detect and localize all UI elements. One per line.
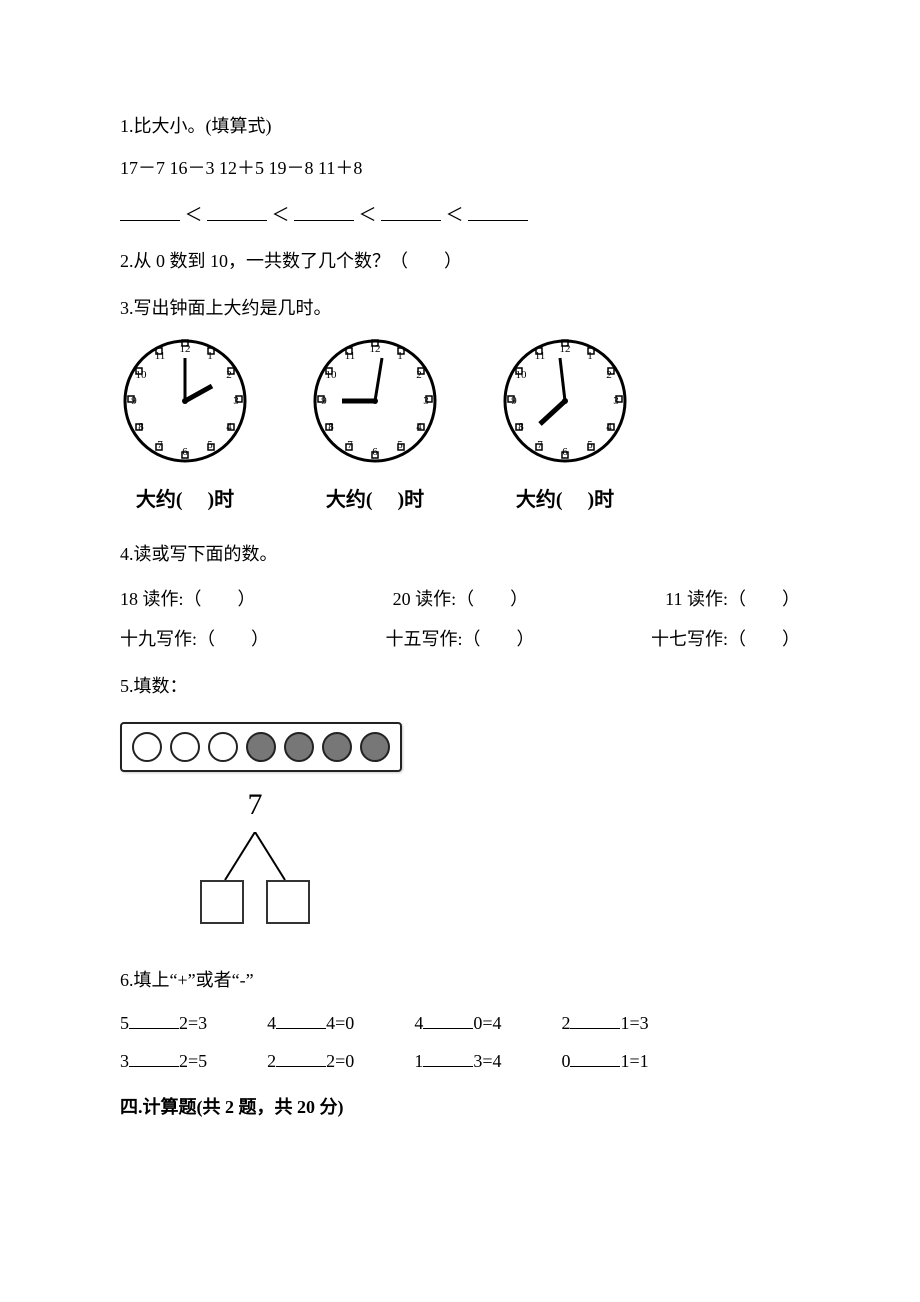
q1-blank-3[interactable] [294, 202, 354, 221]
clock-3: 1212 345 678 91011 [500, 336, 630, 518]
section-4-title: 四.计算题(共 2 题，共 20 分) [120, 1091, 800, 1123]
q6-cell: 01=1 [561, 1045, 648, 1077]
q4-write-3: 十七写作:（ ） [651, 623, 800, 655]
q6-cell: 13=4 [414, 1045, 501, 1077]
q6-blank[interactable] [276, 1048, 326, 1067]
q4: 4.读或写下面的数。 18 读作:（ ） 20 读作:（ ） 11 读作:（ ）… [120, 538, 800, 655]
q1-blank-4[interactable] [381, 202, 441, 221]
q3-prompt: 3.写出钟面上大约是几时。 [120, 292, 800, 324]
q6-blank[interactable] [276, 1010, 326, 1029]
q6: 6.填上“+”或者“-” 52=3 44=0 40=4 21=3 32=5 22=0 13=… [120, 964, 800, 1077]
clock-row: 1212 345 678 91011 [120, 336, 800, 518]
q1-exprs: 17－7 16－3 12＋5 19－8 11＋8 [120, 152, 800, 184]
lt-1: ＜ [185, 205, 203, 225]
q6-cell: 32=5 [120, 1045, 207, 1077]
bond-branches [120, 832, 390, 882]
q5-prompt: 5.填数： [120, 670, 800, 702]
q4-read-3: 11 读作:（ ） [665, 583, 800, 615]
clock-3-caption: 大约( )时 [500, 482, 630, 518]
q4-read-1: 18 读作:（ ） [120, 583, 256, 615]
q6-cell: 21=3 [561, 1007, 648, 1039]
q6-blank[interactable] [570, 1048, 620, 1067]
q2: 2.从 0 数到 10，一共数了几个数？（ ） [120, 245, 800, 277]
q1-prompt: 1.比大小。(填算式) [120, 110, 800, 142]
svg-text:12: 12 [180, 343, 191, 355]
svg-text:4: 4 [606, 421, 612, 433]
q4-write-row: 十九写作:（ ） 十五写作:（ ） 十七写作:（ ） [120, 623, 800, 655]
filled-circle [322, 732, 352, 762]
svg-text:2: 2 [606, 369, 612, 381]
q6-cell: 22=0 [267, 1045, 354, 1077]
open-circle [208, 732, 238, 762]
q1-blanks: ＜ ＜ ＜ ＜ [120, 199, 800, 231]
number-bond: 7 [120, 722, 390, 924]
q4-prompt: 4.读或写下面的数。 [120, 538, 800, 570]
q6-blank[interactable] [423, 1010, 473, 1029]
lt-3: ＜ [359, 205, 377, 225]
q2-text: 2.从 0 数到 10，一共数了几个数？（ ） [120, 251, 462, 271]
svg-text:4: 4 [416, 421, 422, 433]
bond-part-2[interactable] [266, 880, 310, 924]
q4-read-2: 20 读作:（ ） [393, 583, 529, 615]
svg-text:12: 12 [560, 343, 571, 355]
clock-1: 1212 345 678 91011 [120, 336, 250, 518]
lt-2: ＜ [272, 205, 290, 225]
q1: 1.比大小。(填算式) 17－7 16－3 12＋5 19－8 11＋8 ＜ ＜… [120, 110, 800, 231]
bond-parts [120, 880, 390, 924]
q1-blank-2[interactable] [207, 202, 267, 221]
svg-text:4: 4 [226, 421, 232, 433]
q6-blank[interactable] [570, 1010, 620, 1029]
filled-circle [360, 732, 390, 762]
q6-grid: 52=3 44=0 40=4 21=3 32=5 22=0 13=4 01=1 [120, 1007, 800, 1078]
svg-text:2: 2 [226, 369, 232, 381]
bond-total: 7 [120, 778, 390, 832]
circle-box [120, 722, 402, 772]
q6-prompt: 6.填上“+”或者“-” [120, 964, 800, 996]
q4-write-2: 十五写作:（ ） [385, 623, 534, 655]
q6-cell: 44=0 [267, 1007, 354, 1039]
q6-cell: 52=3 [120, 1007, 207, 1039]
lt-4: ＜ [446, 205, 464, 225]
q6-blank[interactable] [129, 1048, 179, 1067]
q3: 3.写出钟面上大约是几时。 1212 345 678 91011 [120, 292, 800, 519]
clock-1-caption: 大约( )时 [120, 482, 250, 518]
clock-icon: 1212 345 678 91011 [120, 336, 250, 466]
filled-circle [246, 732, 276, 762]
open-circle [170, 732, 200, 762]
filled-circle [284, 732, 314, 762]
q6-blank[interactable] [423, 1048, 473, 1067]
bond-part-1[interactable] [200, 880, 244, 924]
open-circle [132, 732, 162, 762]
q1-blank-1[interactable] [120, 202, 180, 221]
clock-2-caption: 大约( )时 [310, 482, 440, 518]
q4-read-row: 18 读作:（ ） 20 读作:（ ） 11 读作:（ ） [120, 583, 800, 615]
q1-blank-5[interactable] [468, 202, 528, 221]
q6-blank[interactable] [129, 1010, 179, 1029]
svg-text:12: 12 [370, 343, 381, 355]
clock-2: 1212 345 678 91011 [310, 336, 440, 518]
clock-icon: 1212 345 678 91011 [310, 336, 440, 466]
svg-text:2: 2 [416, 369, 422, 381]
q6-cell: 40=4 [414, 1007, 501, 1039]
clock-icon: 1212 345 678 91011 [500, 336, 630, 466]
q5: 5.填数： 7 [120, 670, 800, 925]
q4-write-1: 十九写作:（ ） [120, 623, 269, 655]
